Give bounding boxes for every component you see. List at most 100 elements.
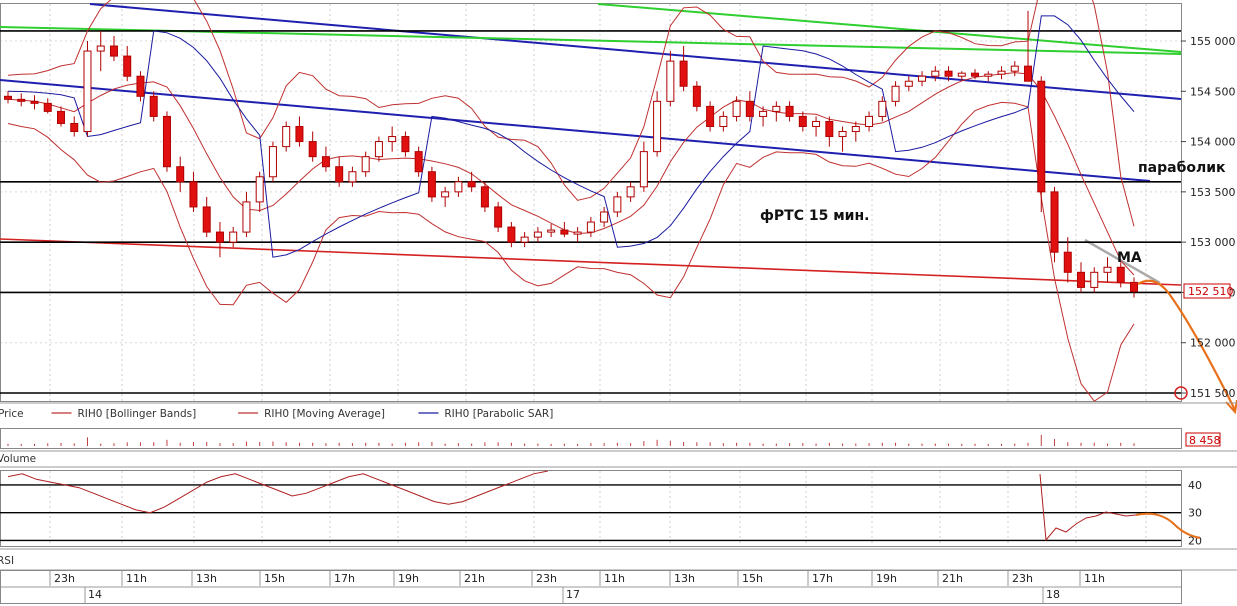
candle-body-24 <box>321 156 330 168</box>
candle-body-26 <box>348 171 357 183</box>
candle-body-72 <box>957 72 966 77</box>
chart-title-annotation: фРТС 15 мин. <box>760 208 869 224</box>
candle-body-48 <box>639 151 648 188</box>
candle-body-0 <box>4 95 12 100</box>
candle-body-77 <box>1024 65 1033 82</box>
candle-body-17 <box>229 231 238 243</box>
candle-body-36 <box>480 186 489 208</box>
candle-body-35 <box>467 181 476 188</box>
time-label-0: 23h <box>54 572 75 585</box>
candle-body-56 <box>745 100 754 117</box>
candle-body-8 <box>109 45 118 57</box>
price-tick-label-5: 154 000 <box>1190 136 1236 149</box>
candle-body-78 <box>1037 80 1046 193</box>
candle-body-10 <box>136 75 145 97</box>
candle-body-57 <box>759 110 768 117</box>
day-label-2: 18 <box>1046 588 1060 601</box>
time-label-1: 11h <box>126 572 147 585</box>
candle-body-67 <box>891 85 900 102</box>
candle-body-2 <box>30 100 39 104</box>
candle-body-22 <box>295 125 304 143</box>
candle-body-80 <box>1063 251 1072 273</box>
time-label-6: 21h <box>464 572 485 585</box>
candle-body-73 <box>971 72 980 77</box>
candle-body-84 <box>1116 266 1125 283</box>
time-label-7: 23h <box>536 572 557 585</box>
ma-annotation: МА <box>1117 250 1142 266</box>
candle-body-47 <box>626 186 635 198</box>
candle-body-55 <box>732 100 741 117</box>
time-label-11: 17h <box>812 572 833 585</box>
candle-body-65 <box>865 115 874 127</box>
candle-body-33 <box>441 191 450 198</box>
candle-body-83 <box>1103 266 1112 273</box>
time-label-13: 21h <box>942 572 963 585</box>
candle-body-9 <box>123 55 132 77</box>
candle-body-12 <box>162 115 171 168</box>
candle-body-52 <box>692 85 701 107</box>
candle-body-18 <box>242 201 251 233</box>
candle-body-43 <box>573 231 582 235</box>
candle-body-61 <box>812 120 821 127</box>
legend-item-0: Price <box>0 408 24 420</box>
candle-body-21 <box>282 125 291 148</box>
legend: Price RIH0 [Bollinger Bands] RIH0 [Moving … <box>0 408 553 420</box>
candle-body-54 <box>719 115 728 127</box>
candle-body-5 <box>70 122 79 133</box>
candle-body-81 <box>1077 271 1086 288</box>
candle-body-28 <box>374 141 383 158</box>
candle-body-76 <box>1010 65 1019 72</box>
candle-body-50 <box>666 60 675 102</box>
candle-body-31 <box>414 151 423 173</box>
candle-body-40 <box>533 231 542 238</box>
candle-body-66 <box>878 100 887 117</box>
candle-body-82 <box>1090 271 1099 288</box>
candle-body-4 <box>56 110 65 124</box>
candle-body-19 <box>255 176 264 203</box>
candle-body-53 <box>706 105 715 127</box>
candle-body-64 <box>851 125 860 133</box>
candle-body-46 <box>613 196 622 213</box>
candle-body-68 <box>904 80 913 87</box>
candle-body-51 <box>679 60 688 87</box>
candle-body-27 <box>361 156 370 173</box>
time-label-5: 19h <box>398 572 419 585</box>
candle-body-62 <box>825 120 834 138</box>
candle-body-44 <box>586 221 595 233</box>
legend-item-1: RIH0 [Bollinger Bands] <box>78 408 197 420</box>
candle-body-74 <box>984 73 993 77</box>
time-label-3: 15h <box>264 572 285 585</box>
candle-body-49 <box>653 100 662 153</box>
candle-body-23 <box>308 141 317 158</box>
candle-body-25 <box>335 166 344 183</box>
time-label-2: 13h <box>196 572 217 585</box>
candle-body-15 <box>202 206 211 233</box>
candle-body-7 <box>96 45 105 52</box>
candle-body-45 <box>600 211 609 223</box>
candle-body-70 <box>931 70 940 77</box>
candle-body-13 <box>176 166 185 183</box>
price-tick-label-6: 154 500 <box>1190 85 1236 98</box>
day-label-1: 17 <box>566 588 580 601</box>
time-label-15: 11h <box>1084 572 1105 585</box>
candle-body-1 <box>17 98 26 102</box>
price-tick-label-7: 155 000 <box>1190 35 1236 48</box>
legend-item-2: RIH0 [Moving Average] <box>264 408 385 420</box>
candle-body-30 <box>401 136 410 153</box>
time-label-9: 13h <box>674 572 695 585</box>
price-tick-label-3: 153 000 <box>1190 236 1236 249</box>
candle-body-11 <box>149 95 158 117</box>
candle-body-60 <box>798 115 807 127</box>
price-tick-label-4: 153 500 <box>1190 186 1236 199</box>
candle-body-42 <box>560 229 569 235</box>
candle-body-39 <box>520 236 529 243</box>
candle-body-58 <box>772 105 781 112</box>
candle-body-41 <box>547 229 556 233</box>
candle-body-79 <box>1050 191 1059 253</box>
rsi-label: RSI <box>0 555 14 567</box>
candle-body-59 <box>785 105 794 117</box>
candle-body-3 <box>43 102 52 112</box>
time-label-4: 17h <box>334 572 355 585</box>
candle-body-69 <box>918 75 927 82</box>
price-chart: фРТС 15 мин. параболик МА 151 500 152 000… <box>0 0 1237 606</box>
